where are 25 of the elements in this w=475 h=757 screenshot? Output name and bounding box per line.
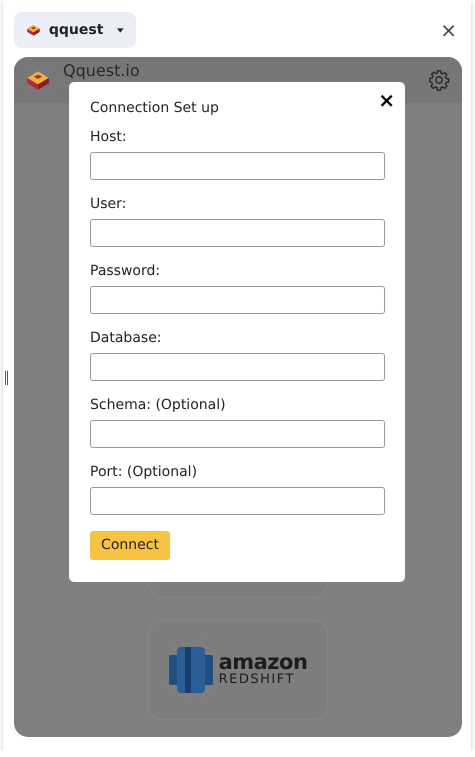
app-switcher-button[interactable]: qquest — [14, 12, 136, 48]
field-label: Port: (Optional) — [90, 464, 198, 481]
field-label: Password: — [90, 263, 162, 280]
app-title: Qquest.io — [63, 61, 140, 80]
input-field[interactable] — [90, 420, 385, 448]
field-label: User: — [90, 196, 128, 213]
input-field[interactable] — [90, 353, 385, 381]
settings-icon[interactable] — [428, 69, 450, 91]
input-field[interactable] — [90, 219, 385, 247]
input-field[interactable] — [90, 487, 385, 515]
logo-wordmark: amazon — [218, 652, 308, 674]
database-icon — [168, 647, 213, 693]
input-field[interactable] — [90, 286, 385, 314]
logo-subtitle: REDSHIFT — [218, 673, 296, 688]
close-button[interactable]: × — [440, 20, 457, 40]
input-field[interactable] — [90, 152, 385, 180]
field-label: Host: — [90, 129, 128, 146]
modal-title: Connection Set up — [90, 100, 220, 117]
logo-card[interactable]: amazon REDSHIFT — [148, 620, 328, 720]
field-label: Schema: (Optional) — [90, 397, 227, 414]
caret-icon — [117, 28, 124, 32]
field-label: Database: — [90, 330, 163, 347]
connect-button[interactable]: Connect — [90, 531, 170, 560]
resize-handle[interactable] — [5, 371, 8, 385]
close-button[interactable]: × — [378, 90, 395, 110]
